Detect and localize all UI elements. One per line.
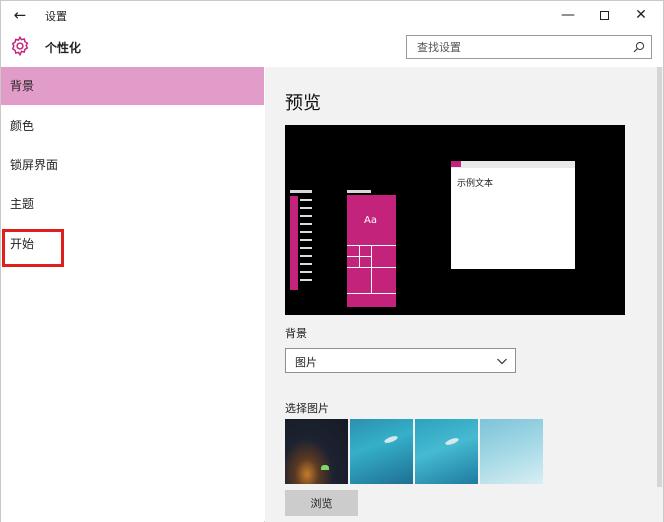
- start-menu-list-column: [290, 196, 298, 290]
- sample-window-titlebar: [451, 161, 575, 168]
- start-menu-list-line: [300, 223, 312, 225]
- thumbnail-night-sky-tent[interactable]: [285, 419, 348, 484]
- tile-divider: [347, 293, 396, 294]
- sample-text: 示例文本: [457, 179, 494, 189]
- start-menu-list-line: [300, 215, 312, 217]
- start-menu-list-line: [300, 271, 312, 273]
- tent-shape: [321, 465, 329, 470]
- sample-window: 示例文本: [451, 161, 575, 269]
- preview-heading: 预览: [285, 93, 321, 114]
- sidebar-item-lock-screen[interactable]: 锁屏界面: [1, 146, 264, 184]
- start-menu-list-line: [300, 199, 312, 201]
- start-menu-list-line: [300, 263, 312, 265]
- page-title: 个性化: [45, 41, 82, 55]
- tile-divider: [371, 245, 372, 293]
- background-type-dropdown[interactable]: 图片: [285, 348, 516, 373]
- thumbnail-underwater-ray[interactable]: [415, 419, 478, 484]
- dropdown-value: 图片: [295, 356, 317, 369]
- start-menu-list-line: [300, 231, 312, 233]
- settings-window: ← 设置 — ✕ 个性化 背景 颜色 锁屏界面 主题 开始: [0, 0, 664, 522]
- preview-tile: Aa: [347, 195, 396, 307]
- tile-group-marker: [347, 190, 371, 193]
- sidebar-item-label: 背景: [10, 79, 35, 93]
- page-header: 个性化: [1, 31, 663, 65]
- sidebar-item-colors[interactable]: 颜色: [1, 107, 264, 145]
- start-menu-list-marker: [290, 190, 312, 193]
- back-arrow-icon[interactable]: ←: [9, 5, 31, 25]
- preview-image: Aa 示例文本: [285, 125, 625, 315]
- browse-button[interactable]: 浏览: [285, 490, 358, 516]
- background-label: 背景: [285, 327, 307, 340]
- maximize-icon: [599, 10, 609, 20]
- start-menu-list-line: [300, 247, 312, 249]
- ray-shape: [444, 436, 460, 447]
- start-menu-list-line: [300, 207, 312, 209]
- sidebar-item-label: 主题: [10, 197, 35, 211]
- gear-icon: [11, 35, 29, 57]
- search-input[interactable]: [407, 36, 617, 59]
- choose-picture-label: 选择图片: [285, 402, 329, 415]
- sample-window-accent: [451, 161, 461, 167]
- thumbnail-underwater-light[interactable]: [480, 419, 543, 484]
- sidebar-item-background[interactable]: 背景: [1, 67, 264, 105]
- chevron-down-icon: [497, 358, 507, 365]
- window-title: 设置: [45, 10, 67, 23]
- title-bar: ← 设置 — ✕: [1, 1, 663, 31]
- thumbnail-underwater-ray[interactable]: [350, 419, 413, 484]
- ray-shape: [383, 434, 399, 445]
- minimize-button[interactable]: —: [551, 1, 585, 29]
- tile-divider: [359, 245, 360, 267]
- sidebar: 背景 颜色 锁屏界面 主题 开始: [1, 67, 264, 522]
- highlight-annotation-box: [2, 229, 64, 267]
- maximize-button[interactable]: [587, 1, 621, 29]
- search-box[interactable]: [406, 35, 652, 59]
- start-menu-list-line: [300, 255, 312, 257]
- picture-thumbnails: [285, 419, 545, 484]
- main-panel: 预览 Aa 示例文本 背景 图片 选择图片 浏览: [265, 67, 663, 522]
- start-menu-list-line: [300, 279, 312, 281]
- sidebar-item-themes[interactable]: 主题: [1, 185, 264, 223]
- tile-label: Aa: [364, 215, 377, 226]
- sidebar-item-label: 颜色: [10, 119, 35, 133]
- sidebar-item-label: 锁屏界面: [10, 158, 59, 172]
- start-menu-list-line: [300, 239, 312, 241]
- scrollbar[interactable]: [657, 67, 662, 487]
- close-button[interactable]: ✕: [624, 1, 658, 29]
- search-icon[interactable]: [633, 41, 645, 53]
